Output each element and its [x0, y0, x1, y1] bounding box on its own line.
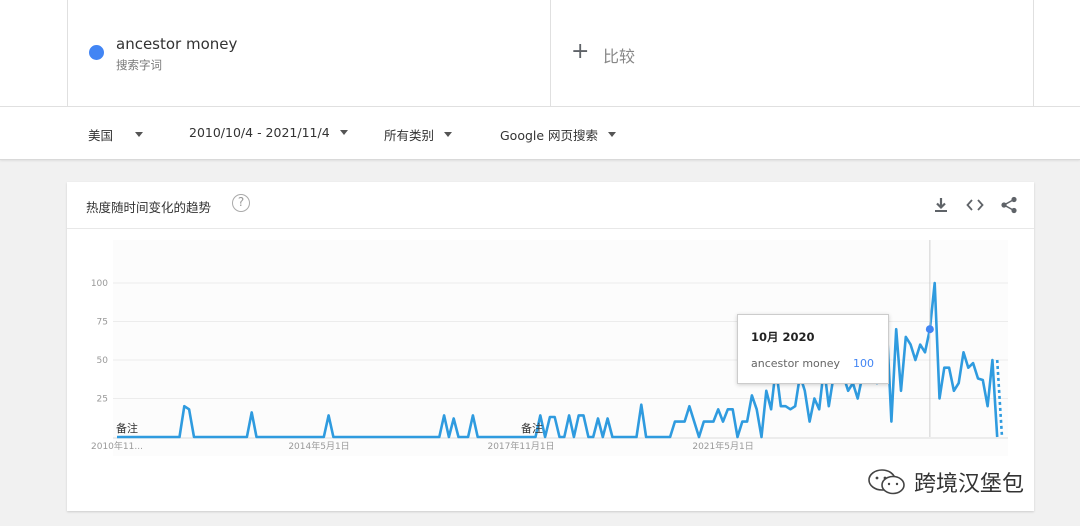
chevron-down-icon — [444, 132, 453, 137]
y-tick-label: 100 — [91, 279, 108, 289]
data-tooltip: 10月 2020 ancestor money 100 — [737, 314, 889, 384]
region-filter[interactable]: 美国 — [88, 125, 144, 144]
annotation-label[interactable]: 备注 — [521, 421, 543, 435]
chevron-down-icon — [135, 132, 144, 137]
region-filter-label: 美国 — [88, 128, 114, 143]
search-term-type: 搜索字词 — [116, 58, 162, 72]
wechat-icon — [868, 469, 905, 495]
tooltip-value: 100 — [853, 357, 874, 370]
chevron-down-icon — [608, 132, 617, 137]
x-tick-label: 2017年11月1日 — [487, 440, 554, 452]
search-type-filter-label: Google 网页搜索 — [500, 128, 599, 143]
y-tick-label: 25 — [97, 395, 108, 405]
plus-icon: + — [571, 39, 590, 64]
date-range-filter[interactable]: 2010/10/4 - 2021/11/4 — [189, 125, 348, 140]
annotation-label[interactable]: 备注 — [116, 421, 138, 435]
row-divider — [0, 106, 1080, 107]
hover-point — [925, 325, 934, 334]
compare-label[interactable]: 比较 — [603, 43, 635, 67]
date-range-filter-label: 2010/10/4 - 2021/11/4 — [189, 125, 330, 140]
watermark: 跨境汉堡包 — [866, 466, 1024, 498]
search-type-filter[interactable]: Google 网页搜索 — [500, 125, 617, 144]
tooltip-date: 10月 2020 — [751, 330, 815, 344]
category-filter[interactable]: 所有类别 — [384, 125, 453, 144]
x-tick-label: 2010年11... — [91, 440, 143, 452]
search-term-name[interactable]: ancestor money — [116, 35, 237, 53]
chevron-down-icon — [339, 130, 348, 135]
x-tick-label: 2021年5月1日 — [692, 440, 753, 452]
search-header: ancestor money 搜索字词 + 比较 美国 2010/10/4 - … — [0, 0, 1080, 160]
search-term-card[interactable]: ancestor money 搜索字词 — [67, 0, 551, 107]
x-tick-label: 2014年5月1日 — [288, 440, 349, 452]
watermark-text: 跨境汉堡包 — [914, 472, 1025, 497]
compare-card[interactable]: + 比较 — [551, 0, 1034, 107]
category-filter-label: 所有类别 — [384, 128, 435, 143]
y-tick-label: 50 — [97, 356, 109, 366]
term-color-dot — [89, 45, 104, 60]
y-tick-label: 75 — [97, 318, 108, 328]
interest-over-time-card: 热度随时间变化的趋势 ? 100 75 50 25 2010年11... 2014年5月… — [67, 182, 1034, 511]
tooltip-term: ancestor money — [751, 357, 841, 370]
